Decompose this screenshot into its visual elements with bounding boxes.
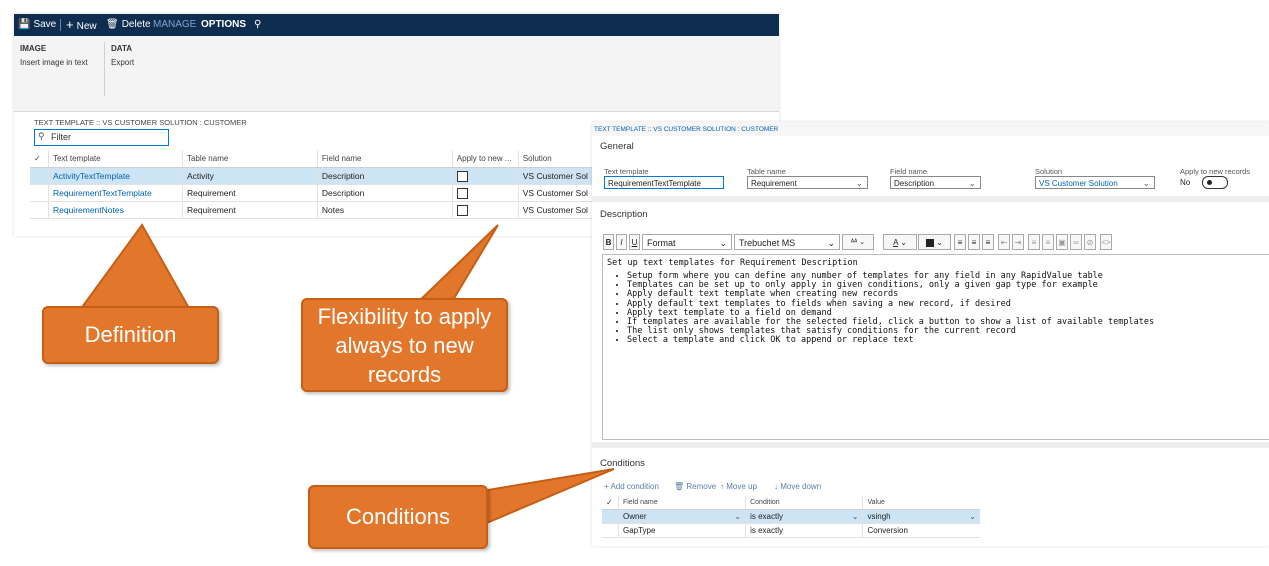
flexibility-callout-pointer bbox=[412, 224, 499, 306]
callout-pointers bbox=[78, 223, 615, 532]
conditions-callout-pointer bbox=[469, 468, 615, 532]
definition-callout: Definition bbox=[42, 306, 219, 364]
definition-callout-pointer bbox=[78, 223, 192, 311]
conditions-callout: Conditions bbox=[308, 485, 488, 549]
flexibility-callout: Flexibility to apply always to new recor… bbox=[301, 298, 508, 392]
